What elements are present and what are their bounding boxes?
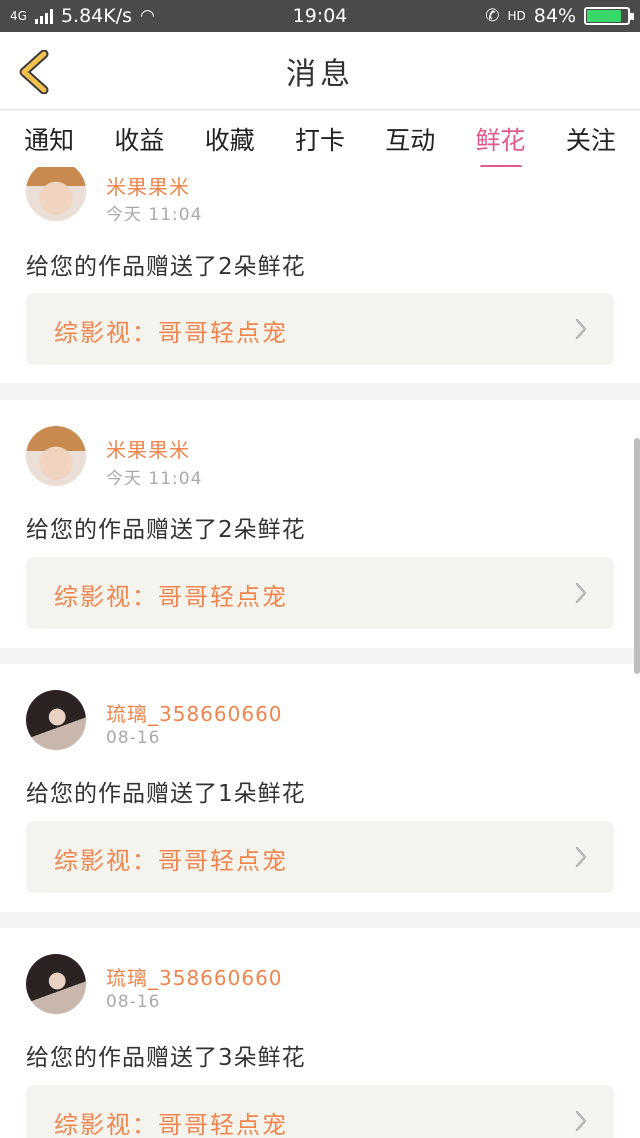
timestamp: 今天 11:04 <box>106 469 203 489</box>
battery-percent: 84% <box>533 5 576 27</box>
app-header: 消息 <box>0 32 640 110</box>
battery-icon <box>584 7 634 25</box>
tab-favorites[interactable]: 收藏 <box>201 115 259 163</box>
back-arrow-icon <box>19 49 49 95</box>
wifi-icon: ◠ <box>140 6 155 26</box>
tab-checkin[interactable]: 打卡 <box>291 115 349 163</box>
work-link[interactable]: 综影视：哥哥轻点宠 <box>26 821 614 893</box>
chevron-right-icon <box>575 318 587 340</box>
network-type: 4G <box>10 9 27 23</box>
timestamp: 今天 11:04 <box>106 205 203 225</box>
message-text: 给您的作品赠送了1朵鲜花 <box>26 781 306 807</box>
tab-flowers[interactable]: 鲜花 <box>472 115 530 169</box>
message-tabs: 通知 收益 收藏 打卡 互动 鲜花 关注 <box>0 111 640 169</box>
work-title: 综影视：哥哥轻点宠 <box>54 1111 288 1138</box>
avatar[interactable] <box>26 954 86 1014</box>
username[interactable]: 米果果米 <box>106 171 190 200</box>
work-link[interactable]: 综影视：哥哥轻点宠 <box>26 1085 614 1138</box>
status-left: 4G 5.84K/s ◠ <box>10 5 155 27</box>
tab-interactions[interactable]: 互动 <box>381 115 439 163</box>
timestamp: 08-16 <box>106 992 161 1012</box>
list-item: 米果果米 今天 11:04 给您的作品赠送了2朵鲜花 综影视：哥哥轻点宠 <box>0 400 640 648</box>
battery-fill <box>587 10 621 22</box>
scrollbar[interactable] <box>634 438 640 674</box>
status-bar: 4G 5.84K/s ◠ 19:04 ✆ HD 84% <box>0 0 640 32</box>
work-title: 综影视：哥哥轻点宠 <box>54 583 288 611</box>
avatar[interactable] <box>26 690 86 750</box>
list-item: 米果果米 今天 11:04 给您的作品赠送了2朵鲜花 综影视：哥哥轻点宠 <box>0 167 640 383</box>
back-button[interactable] <box>14 49 54 95</box>
clock: 19:04 <box>292 5 348 27</box>
call-icon: ✆ <box>485 6 500 26</box>
work-link[interactable]: 综影视：哥哥轻点宠 <box>26 557 614 629</box>
avatar[interactable] <box>26 167 86 221</box>
username[interactable]: 琉璃_358660660 <box>106 962 283 991</box>
avatar[interactable] <box>26 426 86 486</box>
chevron-right-icon <box>575 582 587 604</box>
username[interactable]: 米果果米 <box>106 434 190 463</box>
message-text: 给您的作品赠送了3朵鲜花 <box>26 1045 306 1071</box>
network-speed: 5.84K/s <box>60 5 133 27</box>
message-list: 米果果米 今天 11:04 给您的作品赠送了2朵鲜花 综影视：哥哥轻点宠 米果果… <box>0 167 640 1138</box>
signal-icon <box>34 8 53 24</box>
message-text: 给您的作品赠送了2朵鲜花 <box>26 254 306 280</box>
status-right: ✆ HD 84% <box>485 5 634 27</box>
tab-notifications[interactable]: 通知 <box>20 115 78 163</box>
chevron-right-icon <box>575 1110 587 1132</box>
chevron-right-icon <box>575 846 587 868</box>
tab-follows[interactable]: 关注 <box>562 115 620 163</box>
work-link[interactable]: 综影视：哥哥轻点宠 <box>26 293 614 365</box>
tab-earnings[interactable]: 收益 <box>110 115 168 163</box>
list-item: 琉璃_358660660 08-16 给您的作品赠送了1朵鲜花 综影视：哥哥轻点… <box>0 664 640 912</box>
page-title: 消息 <box>286 56 354 92</box>
hd-badge: HD <box>507 9 526 23</box>
list-item: 琉璃_358660660 08-16 给您的作品赠送了3朵鲜花 综影视：哥哥轻点… <box>0 928 640 1138</box>
timestamp: 08-16 <box>106 728 161 748</box>
username[interactable]: 琉璃_358660660 <box>106 698 283 727</box>
work-title: 综影视：哥哥轻点宠 <box>54 847 288 875</box>
message-text: 给您的作品赠送了2朵鲜花 <box>26 517 306 543</box>
work-title: 综影视：哥哥轻点宠 <box>54 319 288 347</box>
